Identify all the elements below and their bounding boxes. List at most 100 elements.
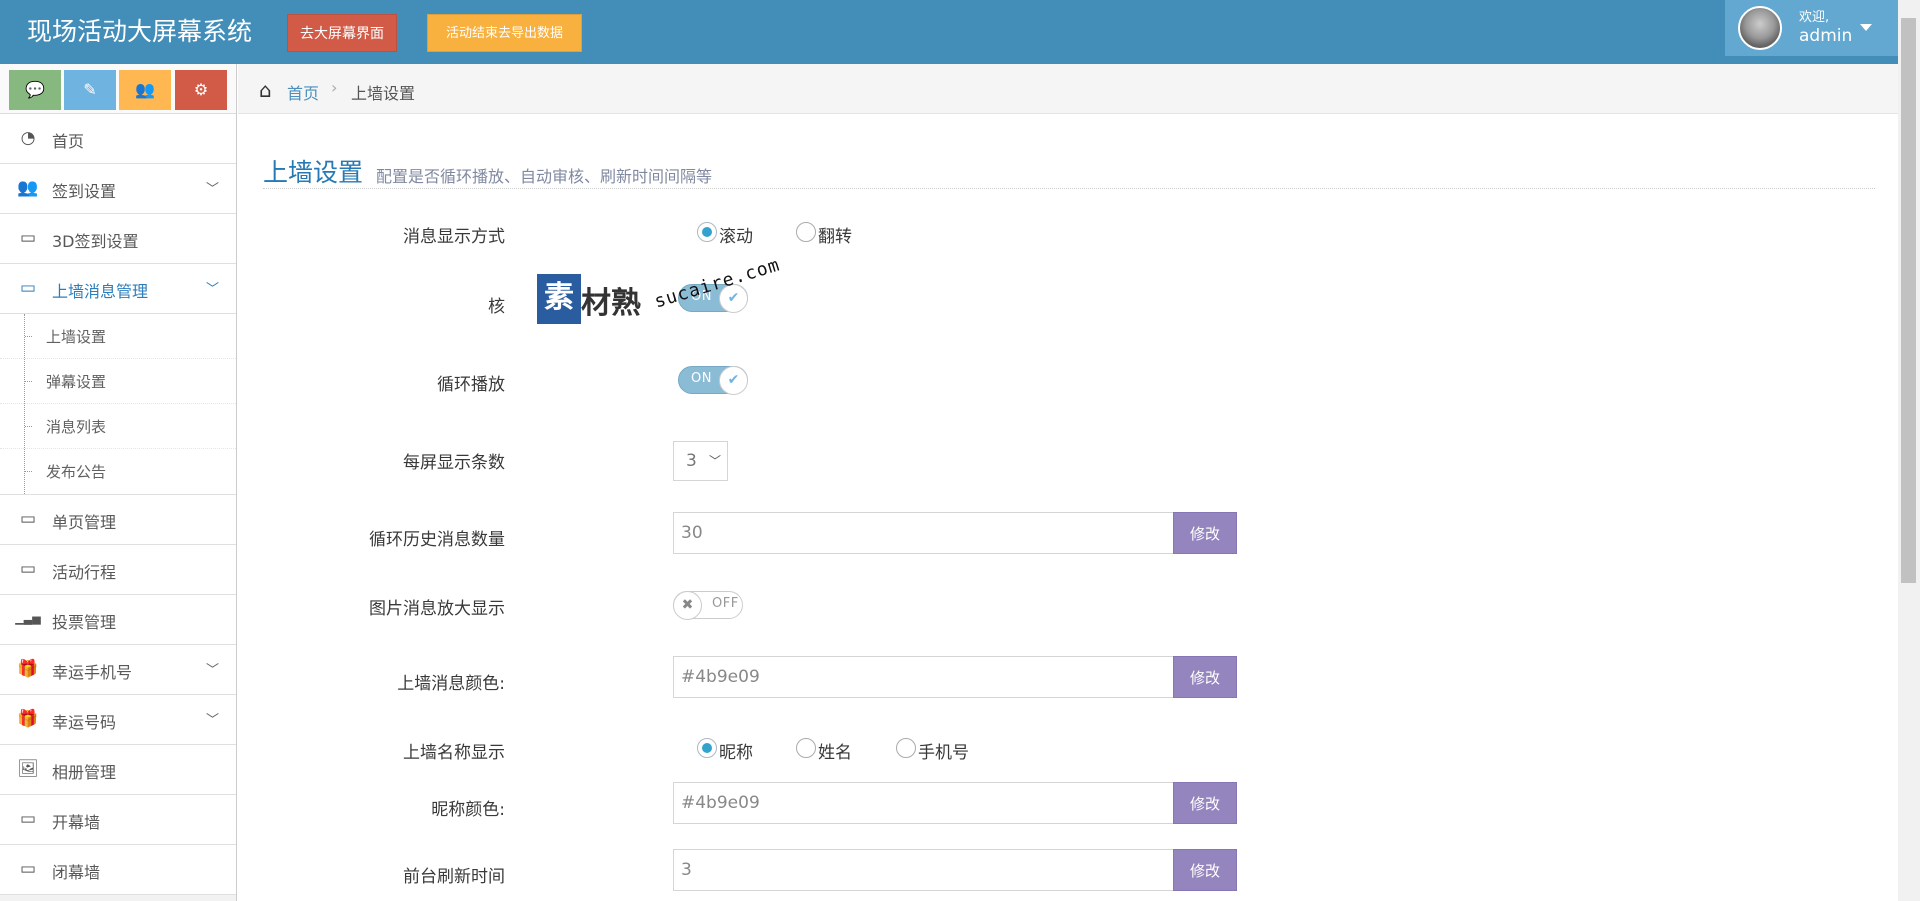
page-scrollbar[interactable] [1898, 0, 1920, 901]
name-display-radio-nickname[interactable] [697, 738, 717, 758]
nick-color-save-button[interactable]: 修改 [1173, 782, 1237, 824]
auto-review-label: 核 [488, 297, 505, 317]
submenu-item-label: 发布公告 [46, 463, 107, 481]
watermark-text: 材熟 [581, 286, 641, 321]
chevron-down-icon: ﹀ [206, 713, 220, 728]
users-icon[interactable]: 👥 [119, 70, 171, 110]
submenu-item-label: 消息列表 [46, 418, 107, 436]
history-count-input[interactable]: 30 [673, 512, 1175, 554]
loop-play-label: 循环播放 [437, 375, 505, 395]
desktop-icon: ▭ [19, 809, 37, 829]
comments-icon[interactable]: 💬 [9, 70, 61, 110]
name-display-radio-realname[interactable] [796, 738, 816, 758]
history-count-save-button[interactable]: 修改 [1173, 512, 1237, 554]
page-subtitle: 配置是否循环播放、自动审核、刷新时间间隔等 [376, 167, 713, 186]
go-big-screen-button[interactable]: 去大屏幕界面 [287, 14, 397, 52]
sidebar-item-label: 活动行程 [52, 563, 117, 582]
watermark-box: 素 [537, 274, 581, 324]
sidebar-item-signin[interactable]: 👥 签到设置 ﹀ [0, 164, 236, 214]
auto-review-row: 核 ON ✔ [238, 282, 1638, 326]
sidebar-item-vote[interactable]: ▁▃▅ 投票管理 [0, 595, 236, 645]
sidebar-item-closing-wall[interactable]: ▭ 闭幕墙 [0, 845, 236, 895]
chevron-down-icon: ﹀ [206, 282, 220, 297]
sidebar-item-schedule[interactable]: ▭ 活动行程 [0, 545, 236, 595]
sidebar-item-album[interactable]: 🖼 相册管理 [0, 745, 236, 795]
msg-color-label: 上墙消息颜色: [397, 674, 505, 694]
name-display-option-realname[interactable]: 姓名 [818, 738, 852, 763]
signal-icon: ▁▃▅ [15, 612, 41, 625]
display-mode-option-flip[interactable]: 翻转 [818, 222, 852, 247]
refresh-time-input[interactable]: 3 [673, 849, 1175, 891]
avatar [1738, 6, 1782, 50]
per-screen-select[interactable]: 3 ﹀ [673, 441, 728, 481]
nick-color-value: #4b9e09 [681, 793, 760, 813]
sidebar-item-label: 单页管理 [52, 513, 117, 532]
gift-icon: 🎁 [17, 709, 39, 729]
wall-submenu: 上墙设置 弹幕设置 消息列表 发布公告 [0, 314, 236, 495]
name-display-radio-phone[interactable] [896, 738, 916, 758]
display-mode-option-scroll[interactable]: 滚动 [719, 222, 753, 247]
name-display-label: 上墙名称显示 [403, 743, 505, 763]
sidebar-item-opening-wall[interactable]: ▭ 开幕墙 [0, 795, 236, 845]
page-title: 上墙设置 [263, 158, 364, 187]
msg-color-row: 上墙消息颜色: #4b9e09 修改 [238, 656, 1638, 700]
image-zoom-label: 图片消息放大显示 [369, 599, 505, 619]
pencil-icon[interactable]: ✎ [64, 70, 116, 110]
check-icon: ✔ [719, 366, 748, 395]
msg-color-input[interactable]: #4b9e09 [673, 656, 1175, 698]
sidebar-item-label: 上墙消息管理 [52, 282, 149, 301]
msg-color-save-button[interactable]: 修改 [1173, 656, 1237, 698]
sidebar-item-home[interactable]: ◔ 首页 [0, 114, 236, 164]
sidebar-item-pages[interactable]: ▭ 单页管理 [0, 495, 236, 545]
sidebar-item-wall-messages[interactable]: ▭ 上墙消息管理 ﹀ [0, 264, 236, 314]
refresh-time-save-button[interactable]: 修改 [1173, 849, 1237, 891]
sidebar-item-label: 首页 [52, 132, 85, 151]
toggle-state-text: OFF [712, 596, 739, 611]
cogs-icon[interactable]: ⚙ [175, 70, 227, 110]
refresh-time-label: 前台刷新时间 [403, 867, 505, 887]
sidebar-item-label: 开幕墙 [52, 813, 101, 832]
top-navbar: 现场活动大屏幕系统 去大屏幕界面 活动结束去导出数据 欢迎, admin [0, 0, 1920, 64]
refresh-time-row: 前台刷新时间 3 修改 [238, 849, 1638, 893]
breadcrumb-home-link[interactable]: 首页 [287, 80, 319, 104]
chevron-down-icon: ﹀ [206, 663, 220, 678]
toggle-state-text: ON [691, 371, 712, 386]
home-icon: ⌂ [259, 78, 272, 102]
sidebar-item-lucky-phone[interactable]: 🎁 幸运手机号 ﹀ [0, 645, 236, 695]
display-mode-radio-flip[interactable] [796, 222, 816, 242]
users-icon: 👥 [17, 178, 39, 198]
submenu-item-message-list[interactable]: 消息列表 [0, 404, 236, 449]
caret-down-icon [1860, 24, 1872, 31]
refresh-time-value: 3 [681, 860, 692, 880]
scrollbar-thumb[interactable] [1901, 18, 1916, 583]
name-display-option-nickname[interactable]: 昵称 [719, 738, 753, 763]
breadcrumb-current: 上墙设置 [351, 84, 416, 103]
image-zoom-toggle[interactable]: OFF ✖ [673, 591, 743, 620]
breadcrumb-separator-icon: › [331, 78, 338, 97]
desktop-icon: ▭ [19, 278, 37, 298]
submenu-item-danmaku-settings[interactable]: 弹幕设置 [0, 359, 236, 404]
image-zoom-row: 图片消息放大显示 OFF ✖ [238, 584, 1638, 628]
export-data-button[interactable]: 活动结束去导出数据 [427, 14, 582, 52]
sidebar-item-lucky-number[interactable]: 🎁 幸运号码 ﹀ [0, 695, 236, 745]
sidebar-item-label: 幸运手机号 [52, 663, 133, 682]
loop-play-toggle[interactable]: ON ✔ [678, 366, 748, 395]
submenu-item-publish-notice[interactable]: 发布公告 [0, 449, 236, 494]
display-mode-row: 消息显示方式 滚动 翻转 [238, 212, 1638, 256]
nick-color-row: 昵称颜色: #4b9e09 修改 [238, 782, 1638, 826]
user-menu[interactable]: 欢迎, admin [1725, 0, 1900, 56]
name-display-option-phone[interactable]: 手机号 [918, 738, 969, 763]
gift-icon: 🎁 [17, 659, 39, 679]
sidebar-item-label: 签到设置 [52, 182, 117, 201]
display-mode-radio-scroll[interactable] [697, 222, 717, 242]
sidebar-item-3d-signin[interactable]: ▭ 3D签到设置 [0, 214, 236, 264]
submenu-item-label: 上墙设置 [46, 328, 107, 346]
history-count-row: 循环历史消息数量 30 修改 [238, 512, 1638, 556]
desktop-icon: ▭ [19, 859, 37, 879]
sidebar-item-label: 幸运号码 [52, 713, 117, 732]
sidebar-item-label: 投票管理 [52, 613, 117, 632]
submenu-item-wall-settings[interactable]: 上墙设置 [0, 314, 236, 359]
submenu-item-label: 弹幕设置 [46, 373, 107, 391]
nick-color-input[interactable]: #4b9e09 [673, 782, 1175, 824]
app-title[interactable]: 现场活动大屏幕系统 [27, 12, 252, 48]
